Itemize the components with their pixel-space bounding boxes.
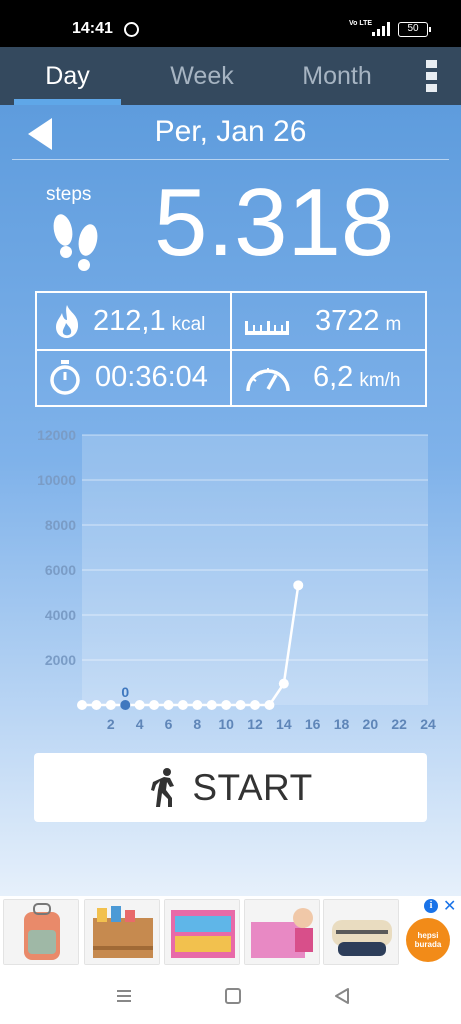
x-tick-label: 4 [136,716,144,732]
duration-stat: 00:36:04 [95,361,208,394]
steps-data-point [105,700,116,710]
steps-data-point [235,700,246,710]
y-tick-label: 12000 [37,427,76,443]
x-tick-label: 20 [363,716,379,732]
y-tick-label: 2000 [45,652,76,668]
x-tick-label: 6 [165,716,173,732]
ruler-icon [245,321,289,335]
ad-product-pencil-case[interactable] [323,899,399,965]
steps-data-point [293,580,304,591]
status-bar: 14:41 Vo LTE 50 [0,0,461,47]
status-time: 14:41 [72,20,113,37]
ad-product-organizer[interactable] [84,899,160,965]
tab-day[interactable]: Day [14,47,121,105]
y-tick-label: 10000 [37,472,76,488]
steps-data-point [177,700,188,710]
tab-month[interactable]: Month [282,47,392,105]
distance-stat: 3722 m [315,305,401,338]
speed-value: 6,2 [313,361,354,393]
steps-data-point [264,700,275,710]
x-tick-label: 24 [420,716,436,732]
y-tick-label: 6000 [45,562,76,578]
calories-value: 212,1 [93,305,166,337]
x-tick-label: 8 [193,716,201,732]
steps-data-point [120,700,131,710]
speed-unit: km/h [359,370,401,391]
footprints-icon [53,214,98,271]
ad-product-art-set[interactable] [164,899,240,965]
date-label: Per, Jan 26 [154,115,307,148]
stopwatch-icon [50,360,80,395]
y-tick-label: 4000 [45,607,76,623]
x-tick-label: 2 [107,716,115,732]
distance-unit: m [385,314,402,335]
steps-data-point [134,700,145,710]
speedometer-icon [246,368,290,392]
start-button[interactable]: START [34,753,427,822]
battery-icon: 50 [398,22,431,37]
calories-stat: 212,1 kcal [93,305,205,338]
ad-close-icon[interactable]: ✕ [443,896,456,916]
steps-chart: 20004000600080001000012000 2 4 6 8 10 12 14 16 1… [37,427,436,732]
back-icon[interactable] [332,986,352,1006]
start-label: START [192,766,313,808]
ad-banner[interactable]: i ✕ hepsi burada [0,896,461,968]
system-nav-bar [0,968,461,1024]
signal-icon [372,22,390,36]
duration-value: 00:36:04 [95,361,208,393]
steps-data-point [278,678,289,689]
steps-data-point [149,700,160,710]
overflow-menu-icon[interactable] [424,60,438,94]
ad-info-icon[interactable]: i [424,899,438,913]
y-tick-label: 8000 [45,517,76,533]
divider [12,159,449,160]
x-tick-label: 12 [247,716,263,732]
volte-indicator: Vo LTE [349,20,373,27]
x-tick-label: 22 [391,716,407,732]
walking-person-icon [151,767,175,807]
tab-week[interactable]: Week [146,47,258,105]
x-tick-label: 16 [305,716,321,732]
ad-brand-logo[interactable]: hepsi burada [406,918,450,962]
speed-stat: 6,2 km/h [313,361,401,394]
x-tick-label: 10 [218,716,234,732]
recent-apps-icon[interactable] [114,986,134,1006]
steps-count: 5.318 [154,169,395,276]
tab-bar: Day Week Month [0,47,461,105]
stats-grid: 212,1 kcal 3722 m 00:36:04 6,2 km/h [35,291,427,407]
main-panel: Per, Jan 26 steps 5.318 212,1 kcal 3722 … [0,105,461,896]
steps-data-point [163,700,174,710]
steps-data-point [77,700,87,710]
steps-data-point [192,700,203,710]
home-icon[interactable] [223,986,243,1006]
ad-product-drawing-kit[interactable] [244,899,320,965]
steps-label: steps [46,184,92,205]
x-tick-label: 18 [334,716,350,732]
ad-product-backpack[interactable] [3,899,79,965]
steps-data-point [221,700,232,710]
distance-value: 3722 [315,305,380,337]
calories-unit: kcal [171,314,206,335]
steps-data-point [206,700,217,710]
whatsapp-icon [124,22,139,37]
flame-icon [56,305,79,338]
highlight-data-label: 0 [121,684,129,700]
steps-data-point [91,700,102,710]
steps-data-point [250,700,260,710]
x-tick-label: 14 [276,716,292,732]
date-row: Per, Jan 26 [0,105,461,161]
